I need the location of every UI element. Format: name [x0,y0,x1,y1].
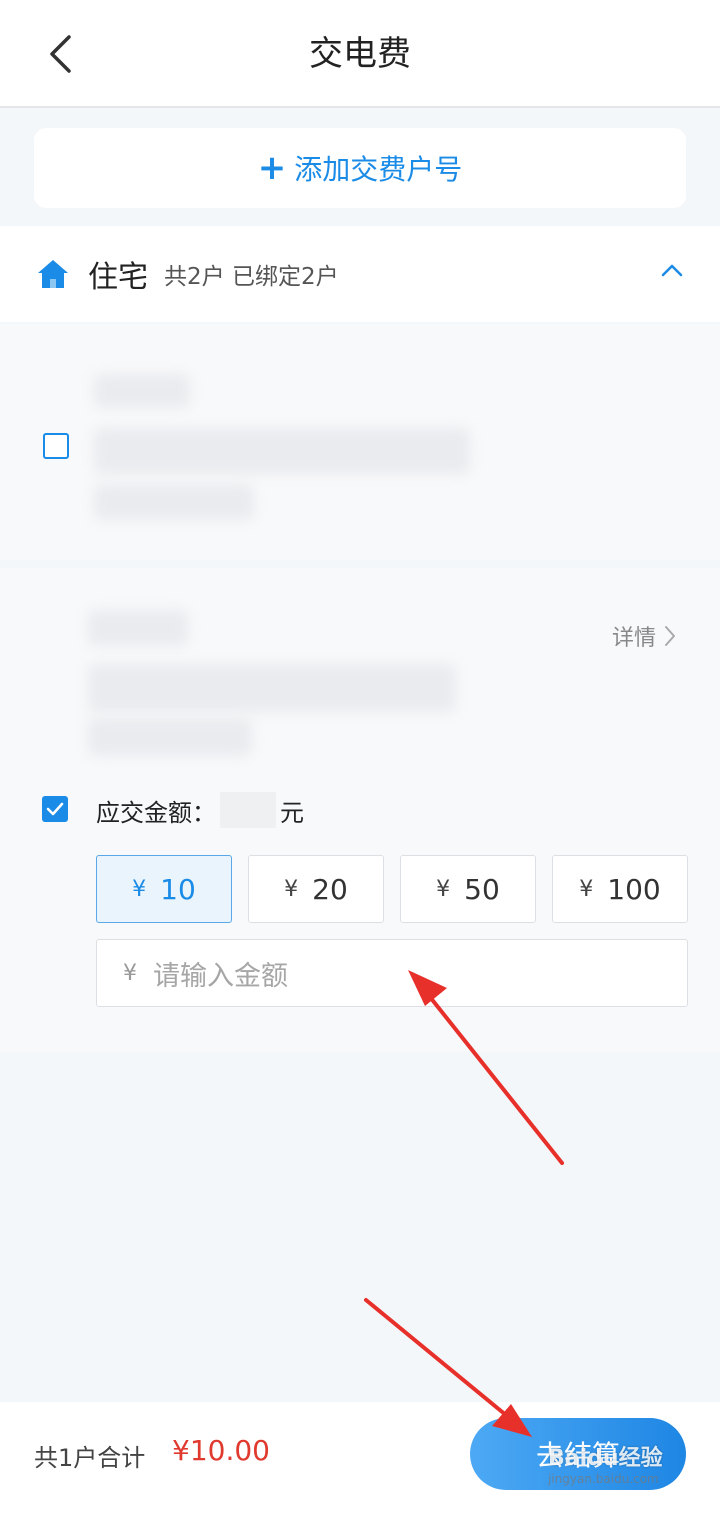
amount-due-mask [220,792,276,828]
watermark-text: Baidu经验 [548,1446,663,1471]
section-count: 共2户 已绑定2户 [164,264,339,290]
amount-chip-50[interactable]: ¥ 50 [400,855,536,923]
amount-due-unit: 元 [280,798,304,827]
account-checkbox[interactable] [42,796,68,822]
amount-chip-100[interactable]: ¥ 100 [552,855,688,923]
amount-chip-20[interactable]: ¥ 20 [248,855,384,923]
chip-value: 20 [312,872,348,906]
watermark-sub: jingyan.baidu.com [548,1472,659,1486]
total-value: ¥10.00 [172,1434,270,1467]
baidu-watermark: Baidu经验 jingyan.baidu.com [548,1440,663,1486]
blurred-account-number [94,484,254,520]
chip-value: 50 [464,872,500,906]
blurred-account-name [88,610,188,646]
section-name: 住宅 [88,260,148,295]
home-icon [38,260,68,288]
yen-symbol: ¥ [579,876,594,902]
plus-icon: + [257,148,287,188]
details-link[interactable]: 详情 [612,620,676,652]
blurred-account-address [88,664,456,712]
add-account-button[interactable]: + 添加交费户号 [34,128,686,208]
blurred-account-name [94,374,190,408]
total-label: 共1户合计 [34,1444,146,1472]
check-icon [46,802,64,816]
account-card[interactable]: 详情 应交金额： 元 ¥ 10 ¥ 20 ¥ 50 ¥ 100 ¥ 请输入金额 [0,568,720,1052]
chip-value: 10 [160,872,196,906]
details-label: 详情 [611,626,656,651]
blurred-account-address [94,428,470,474]
account-checkbox[interactable] [43,433,69,459]
amount-due-label: 应交金额： [96,798,216,827]
chip-value: 100 [607,872,661,906]
blurred-account-number [88,718,252,756]
yen-symbol: ¥ [132,876,147,902]
account-card[interactable] [0,324,720,560]
chevron-right-icon [665,626,675,646]
add-account-label: 添加交费户号 [294,153,463,186]
yen-symbol: ¥ [284,876,299,902]
amount-chip-10[interactable]: ¥ 10 [96,855,232,923]
yen-symbol: ¥ [436,876,451,902]
nav-bar: 交电费 [0,0,720,108]
residence-section-header: 住宅 共2户 已绑定2户 [0,226,720,322]
amount-input-placeholder: 请输入金额 [153,960,288,992]
chevron-up-icon[interactable] [660,262,684,278]
amount-due-row: 应交金额： 元 [96,792,304,828]
custom-amount-input[interactable]: ¥ 请输入金额 [96,939,688,1007]
page-title: 交电费 [309,34,411,74]
yen-symbol: ¥ [123,960,137,986]
